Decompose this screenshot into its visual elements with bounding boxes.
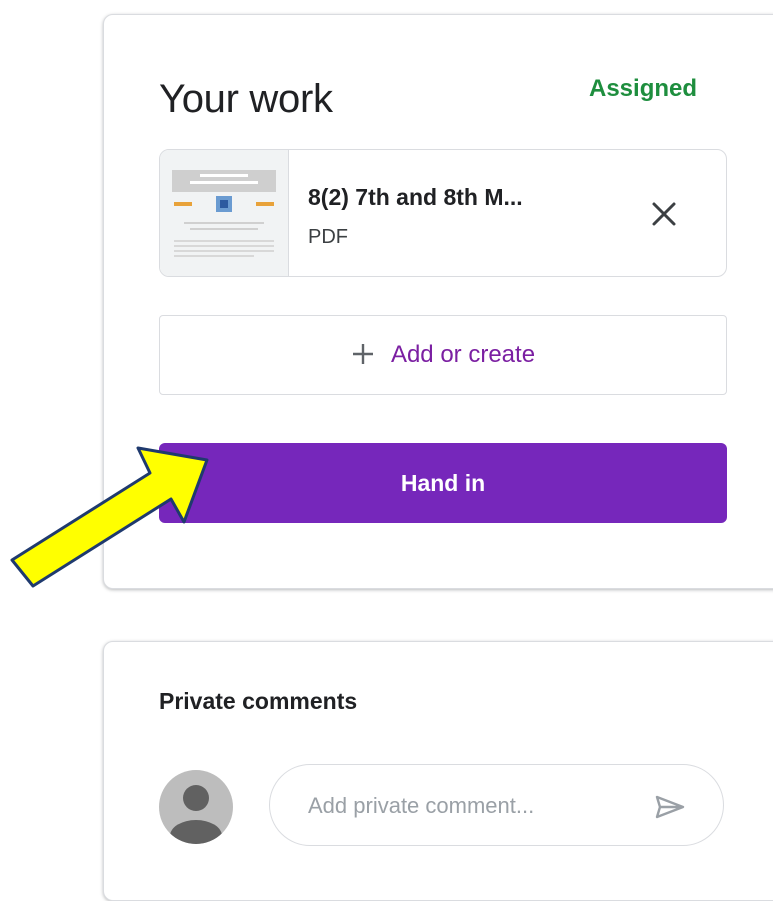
pointer-arrow-annotation — [10, 446, 209, 588]
close-icon — [652, 202, 676, 226]
send-button[interactable] — [648, 785, 692, 829]
hand-in-button[interactable]: Hand in — [159, 443, 727, 523]
pdf-thumbnail — [160, 150, 289, 276]
private-comments-card: Private comments — [103, 641, 773, 901]
avatar-icon — [159, 770, 233, 844]
attachment-type: PDF — [308, 226, 348, 248]
plus-icon — [351, 338, 375, 372]
your-work-title: Your work — [159, 77, 333, 121]
remove-attachment-button[interactable] — [644, 194, 684, 234]
attachment-item[interactable]: 8(2) 7th and 8th M... PDF — [159, 149, 727, 277]
add-or-create-button[interactable]: Add or create — [159, 315, 727, 395]
private-comment-input[interactable] — [306, 787, 630, 825]
private-comment-field[interactable] — [269, 764, 724, 846]
private-comments-title: Private comments — [159, 688, 358, 714]
status-label: Assigned — [589, 75, 698, 102]
add-or-create-label: Add or create — [390, 341, 536, 368]
attachment-name[interactable]: 8(2) 7th and 8th M... — [308, 184, 523, 211]
send-icon — [655, 795, 685, 819]
